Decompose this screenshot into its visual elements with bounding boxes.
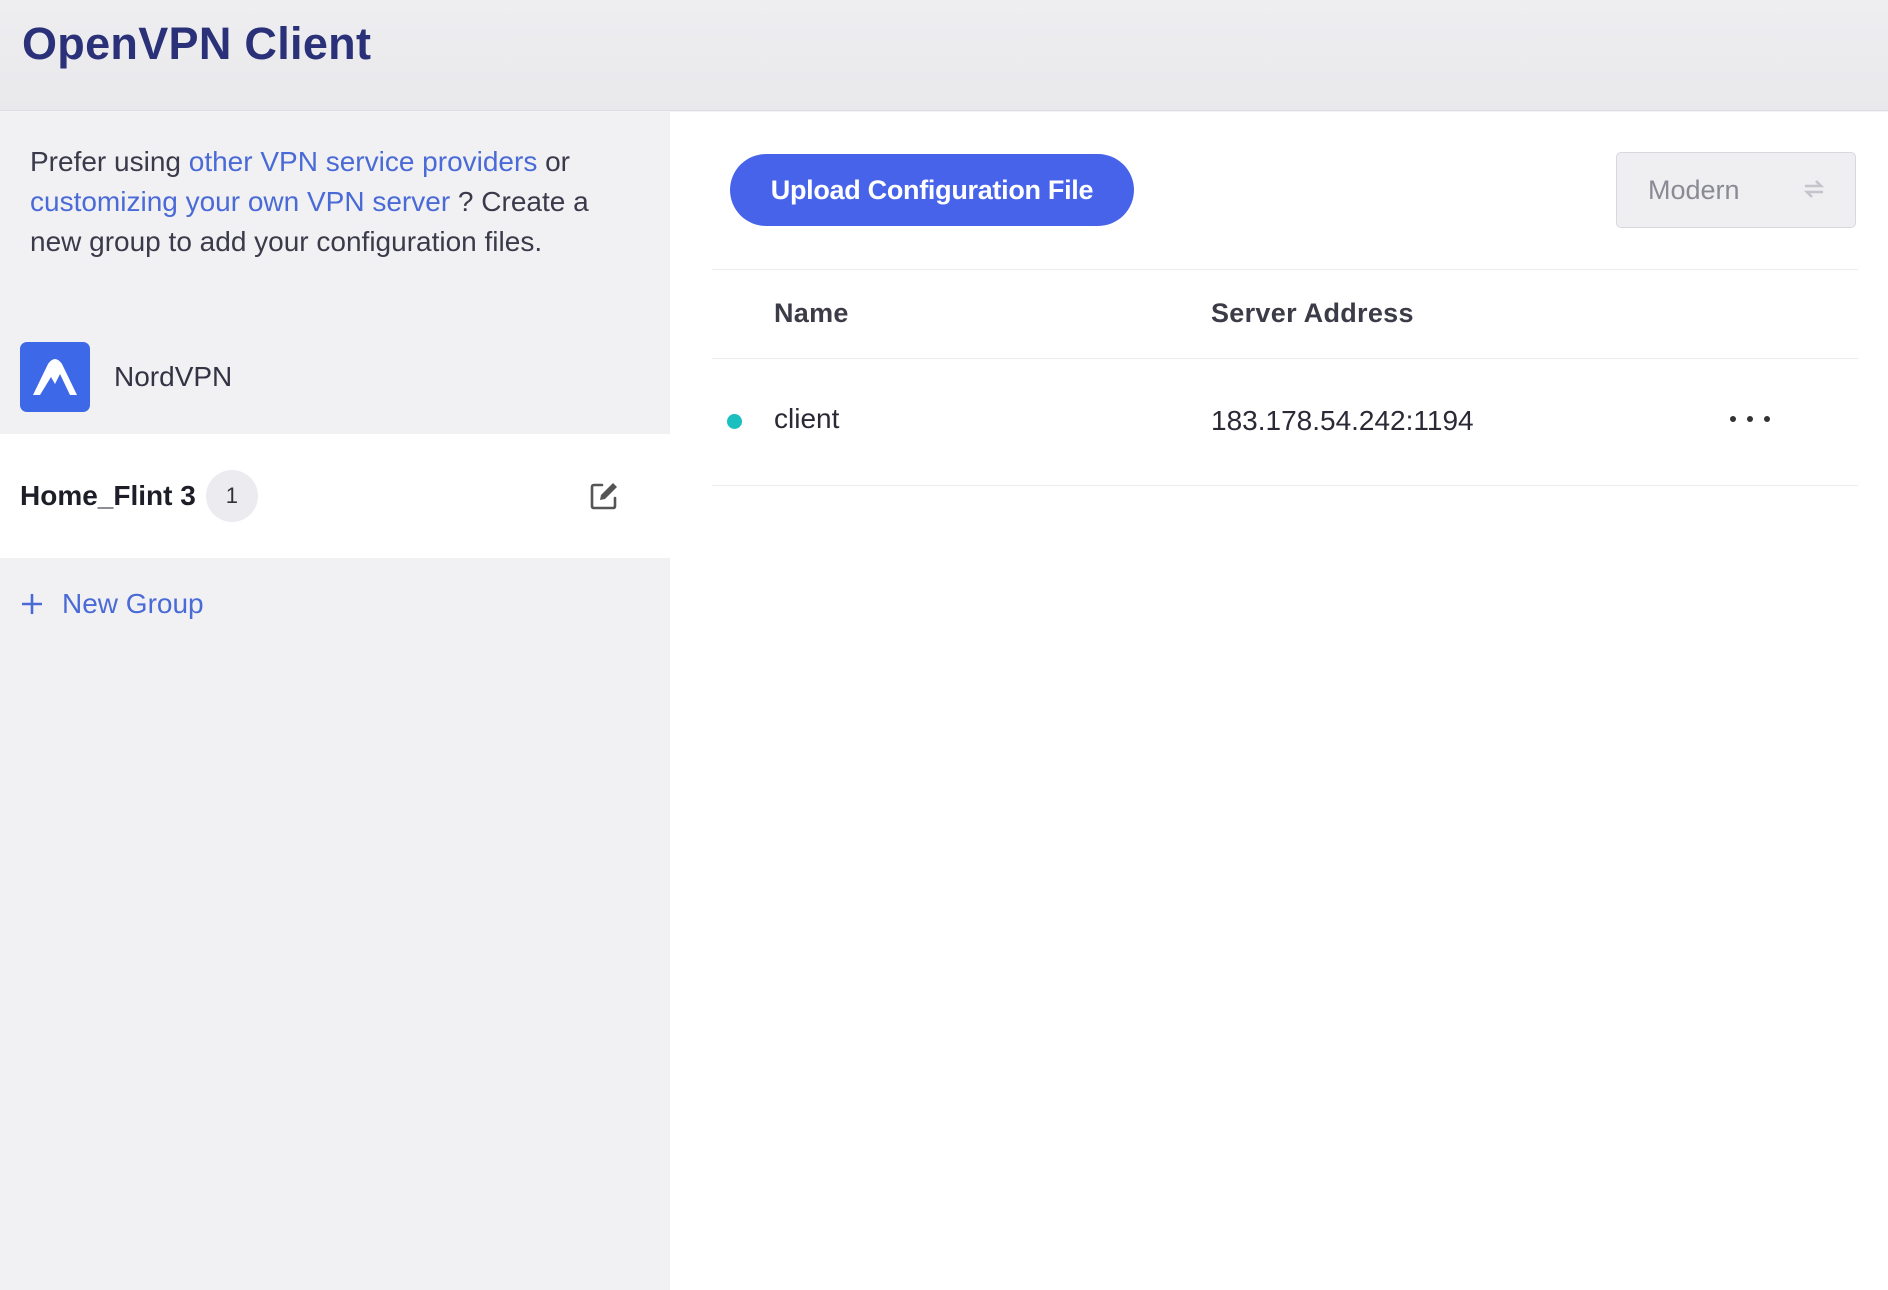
mode-value: Modern <box>1648 174 1740 205</box>
group-count-badge: 1 <box>205 470 258 522</box>
sidebar: Prefer using other VPN service providers… <box>0 112 670 1290</box>
nordvpn-logo-icon <box>20 342 90 412</box>
custom-server-link[interactable]: customizing your own VPN server <box>30 186 450 217</box>
cell-server-address: 183.178.54.242:1194 <box>1211 405 1474 436</box>
column-header-name: Name <box>774 298 849 328</box>
app-window: OpenVPN Client Prefer using other VPN se… <box>0 0 1888 1290</box>
header: OpenVPN Client <box>0 0 1888 111</box>
provider-name: NordVPN <box>114 361 233 392</box>
intro-text: Prefer using other VPN service providers… <box>30 142 630 262</box>
other-providers-link[interactable]: other VPN service providers <box>189 146 538 177</box>
divider <box>712 269 1858 270</box>
plus-icon <box>20 586 48 622</box>
page-title: OpenVPN Client <box>22 18 372 69</box>
sidebar-item-group[interactable]: Home_Flint 3 1 <box>0 434 670 558</box>
cell-name: client <box>774 403 840 434</box>
new-group-label: New Group <box>62 588 204 619</box>
new-group-button[interactable]: New Group <box>20 586 204 622</box>
table-row[interactable]: client 183.178.54.242:1194 <box>712 359 1858 486</box>
mode-select[interactable]: Modern <box>1616 152 1856 228</box>
intro-text-1: Prefer using <box>30 146 189 177</box>
sidebar-item-nordvpn[interactable]: NordVPN <box>0 320 670 434</box>
column-header-server-address: Server Address <box>1211 298 1414 328</box>
switch-icon <box>1803 179 1825 204</box>
group-name: Home_Flint 3 <box>20 480 196 511</box>
main-panel: Upload Configuration File Modern Name Se… <box>670 112 1888 1290</box>
status-dot-icon <box>727 414 742 429</box>
edit-icon[interactable] <box>587 479 621 513</box>
upload-config-button[interactable]: Upload Configuration File <box>730 154 1134 226</box>
intro-text-2: or <box>537 146 571 177</box>
more-icon[interactable] <box>1730 407 1770 431</box>
